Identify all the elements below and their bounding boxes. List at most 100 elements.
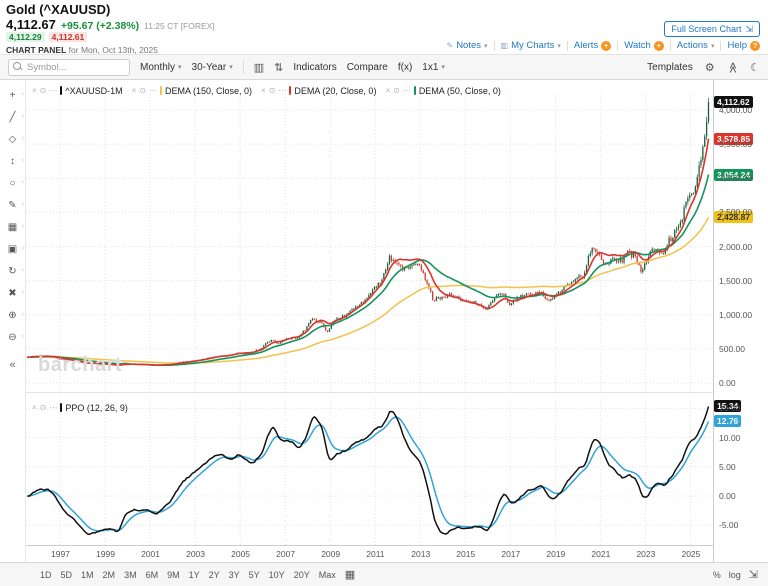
legend-visibility-icon[interactable]: ⊙ (40, 86, 47, 95)
range-button-5d[interactable]: 5D (61, 570, 73, 580)
templates-button[interactable]: Templates (647, 62, 693, 73)
range-dropdown[interactable]: 30-Year (192, 62, 233, 73)
expand-chart-icon[interactable]: ⇲ (749, 568, 758, 581)
chart-type-icon[interactable]: ▥ (254, 61, 264, 74)
bottom-toolbar: 1D 5D 1M 2M 3M 6M 9M 1Y 2Y 3Y 5Y 10Y 20Y Max ▦ % log ⇲ (0, 562, 768, 586)
x-axis-year-label: 2005 (231, 549, 250, 559)
calendar-icon[interactable]: ▦ (345, 568, 355, 581)
x-axis-year-label: 2011 (366, 549, 384, 559)
range-button-5y[interactable]: 5Y (249, 570, 260, 580)
header-link-my-charts[interactable]: ▥My Charts▾ (501, 40, 561, 51)
legend-more-icon[interactable]: ⋯ (49, 403, 57, 412)
legend-remove-icon[interactable]: × (261, 86, 266, 95)
shapes-tool[interactable]: ◇ (0, 130, 25, 150)
trendline-tool[interactable]: ╱ (0, 108, 25, 128)
chevron-down-icon: ▾ (557, 42, 561, 50)
price-change: +95.67 (+2.38%) (61, 20, 139, 32)
page-title: Gold (^XAUUSD) (6, 2, 110, 17)
zoom-out-tool[interactable]: ⊖ (0, 328, 25, 348)
header-link-help[interactable]: Help? (727, 40, 760, 51)
legend-item: ×⊙⋯ DEMA (50, Close, 0) (385, 86, 500, 96)
compare-button[interactable]: Compare (347, 62, 388, 73)
range-button-9m[interactable]: 9M (167, 570, 180, 580)
symbol-search[interactable] (8, 59, 130, 76)
legend-item: ×⊙⋯ DEMA (150, Close, 0) (132, 86, 252, 96)
log-scale-toggle[interactable]: log (729, 570, 741, 580)
ppo-chart-canvas[interactable] (26, 397, 713, 545)
legend-color-bar (160, 86, 162, 95)
legend-remove-icon[interactable]: × (32, 86, 37, 95)
range-button-1y[interactable]: 1Y (189, 570, 200, 580)
range-button-max[interactable]: Max (319, 570, 336, 580)
expressions-button[interactable]: f(x) (398, 62, 412, 73)
last-price: 4,112.67 (6, 17, 56, 32)
header-link-label: Alerts (574, 40, 598, 51)
layout-dropdown[interactable]: 1x1 (422, 62, 445, 73)
legend-more-icon[interactable]: ⋯ (49, 86, 57, 95)
range-button-3y[interactable]: 3Y (229, 570, 240, 580)
legend-label: DEMA (50, Close, 0) (419, 86, 501, 96)
grid-tool[interactable]: ▦ (0, 218, 25, 238)
x-axis-year-label: 2015 (456, 549, 475, 559)
frequency-dropdown[interactable]: Monthly (140, 62, 182, 73)
percent-scale-toggle[interactable]: % (713, 570, 721, 580)
legend-more-icon[interactable]: ⋯ (149, 86, 157, 95)
main-chart-legend: ×⊙⋯^XAUUSD-1M×⊙⋯DEMA (150, Close, 0)×⊙⋯D… (32, 84, 501, 97)
legend-visibility-icon[interactable]: ⊙ (40, 403, 47, 412)
ellipse-tool[interactable]: ○ (0, 174, 25, 194)
legend-more-icon[interactable]: ⋯ (403, 86, 411, 95)
x-axis-year-label: 1999 (96, 549, 115, 559)
range-button-3m[interactable]: 3M (124, 570, 137, 580)
range-button-1d[interactable]: 1D (40, 570, 52, 580)
compare-arrows-icon[interactable]: ⇅ (274, 61, 283, 74)
header-link-alerts[interactable]: Alerts+ (574, 40, 611, 51)
crosshair-tool[interactable]: + (0, 86, 25, 106)
price-axis[interactable]: 4,112.62 3,578.85 3,054.24 2,428.87 15.3… (713, 80, 768, 562)
range-button-10y[interactable]: 10Y (269, 570, 285, 580)
arrow-annotation-tool[interactable]: ↕ (0, 152, 25, 172)
link-separator (494, 41, 495, 51)
symbol-search-input[interactable] (23, 62, 129, 73)
x-axis-year-label: 2007 (276, 549, 295, 559)
zoom-in-tool[interactable]: ⊕ (0, 306, 25, 326)
legend-visibility-icon[interactable]: ⊙ (393, 86, 400, 95)
range-button-6m[interactable]: 6M (146, 570, 159, 580)
dark-mode-icon[interactable]: ☾ (750, 61, 760, 74)
legend-more-icon[interactable]: ⋯ (278, 86, 286, 95)
link-separator (670, 41, 671, 51)
collapse-panels-icon[interactable]: ≪ (726, 61, 739, 73)
range-button-2y[interactable]: 2Y (209, 570, 220, 580)
link-separator (617, 41, 618, 51)
indicators-button[interactable]: Indicators (293, 62, 336, 73)
full-screen-chart-button[interactable]: Full Screen Chart ⇲ (664, 21, 760, 37)
range-button-2m[interactable]: 2M (103, 570, 116, 580)
legend-remove-icon[interactable]: × (385, 86, 390, 95)
x-axis-year-label: 2013 (411, 549, 430, 559)
header-link-label: Watch (624, 40, 651, 51)
x-axis-year-label: 2009 (321, 549, 340, 559)
refresh-tool[interactable]: ↻ (0, 262, 25, 282)
range-button-20y[interactable]: 20Y (294, 570, 310, 580)
time-axis[interactable]: 1997199920012003200520072009201120132015… (26, 545, 713, 562)
main-chart-canvas[interactable] (26, 80, 713, 392)
quote-time: 11:25 CT [FOREX] (144, 21, 215, 31)
ppo-axis-label: -5.00 (719, 520, 738, 530)
header-links: ✎Notes▾ ▥My Charts▾ Alerts+ Watch+ Actions▾ H… (446, 40, 760, 51)
x-axis-year-label: 2017 (501, 549, 520, 559)
legend-remove-icon[interactable]: × (32, 403, 37, 412)
legend-visibility-icon[interactable]: ⊙ (139, 86, 146, 95)
collapse-toolbar-button[interactable]: « (0, 356, 25, 374)
legend-label: DEMA (150, Close, 0) (165, 86, 252, 96)
text-annotation-tool[interactable]: ✎ (0, 196, 25, 216)
header-link-label: Notes (456, 40, 481, 51)
legend-color-bar (289, 86, 291, 95)
header-link-watch[interactable]: Watch+ (624, 40, 664, 51)
delete-drawings-tool[interactable]: ✖ (0, 284, 25, 304)
header-link-notes[interactable]: ✎Notes▾ (446, 40, 487, 51)
range-button-1m[interactable]: 1M (81, 570, 94, 580)
gear-icon[interactable]: ⚙ (705, 61, 715, 74)
legend-remove-icon[interactable]: × (132, 86, 137, 95)
header-link-actions[interactable]: Actions▾ (677, 40, 715, 51)
legend-visibility-icon[interactable]: ⊙ (269, 86, 276, 95)
lock-tool[interactable]: ▣ (0, 240, 25, 260)
